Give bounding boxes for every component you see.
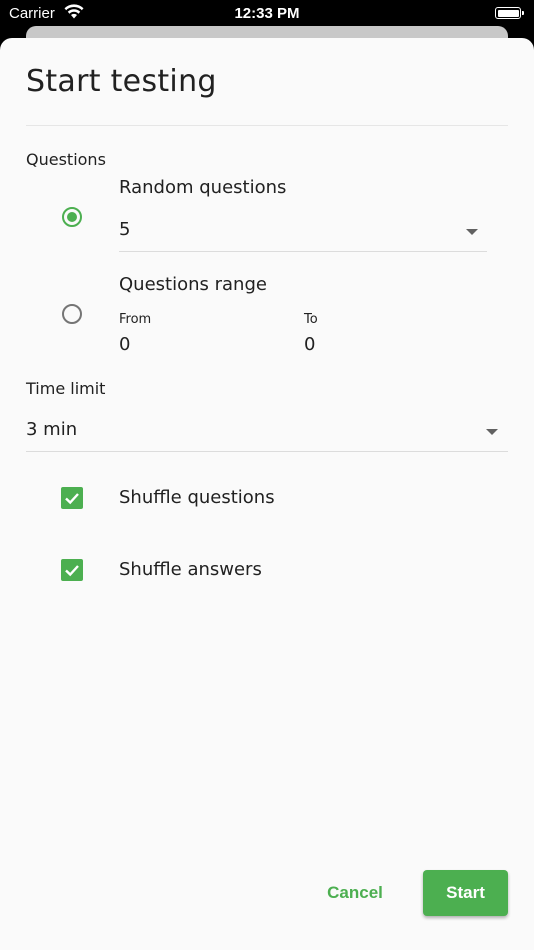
time-limit-dropdown[interactable]: 3 min (26, 419, 508, 452)
question-count-value: 5 (119, 219, 131, 240)
random-questions-radio[interactable] (62, 207, 82, 227)
range-from-input[interactable]: 0 (119, 334, 130, 355)
start-button[interactable]: Start (423, 870, 508, 916)
range-from-label: From (119, 312, 152, 327)
dialog-title: Start testing (26, 64, 217, 99)
checkmark-icon (65, 565, 79, 577)
shuffle-questions-label[interactable]: Shuffle questions (119, 487, 275, 508)
shuffle-questions-checkbox[interactable] (61, 487, 83, 509)
random-questions-label[interactable]: Random questions (119, 177, 286, 198)
questions-section-label: Questions (26, 150, 106, 169)
status-time: 12:33 PM (234, 5, 300, 22)
time-limit-label: Time limit (26, 379, 106, 398)
question-count-dropdown[interactable]: 5 (119, 219, 487, 252)
questions-range-label[interactable]: Questions range (119, 274, 267, 295)
battery-icon (495, 7, 524, 19)
questions-range-radio[interactable] (62, 304, 82, 324)
title-divider (26, 125, 508, 126)
time-limit-value: 3 min (26, 419, 78, 440)
caret-down-icon (486, 429, 498, 435)
shuffle-answers-label[interactable]: Shuffle answers (119, 559, 262, 580)
cancel-button[interactable]: Cancel (318, 870, 392, 916)
range-to-input[interactable]: 0 (304, 334, 315, 355)
checkmark-icon (65, 493, 79, 505)
range-to-label: To (304, 312, 318, 327)
shuffle-answers-checkbox[interactable] (61, 559, 83, 581)
caret-down-icon (466, 229, 478, 235)
